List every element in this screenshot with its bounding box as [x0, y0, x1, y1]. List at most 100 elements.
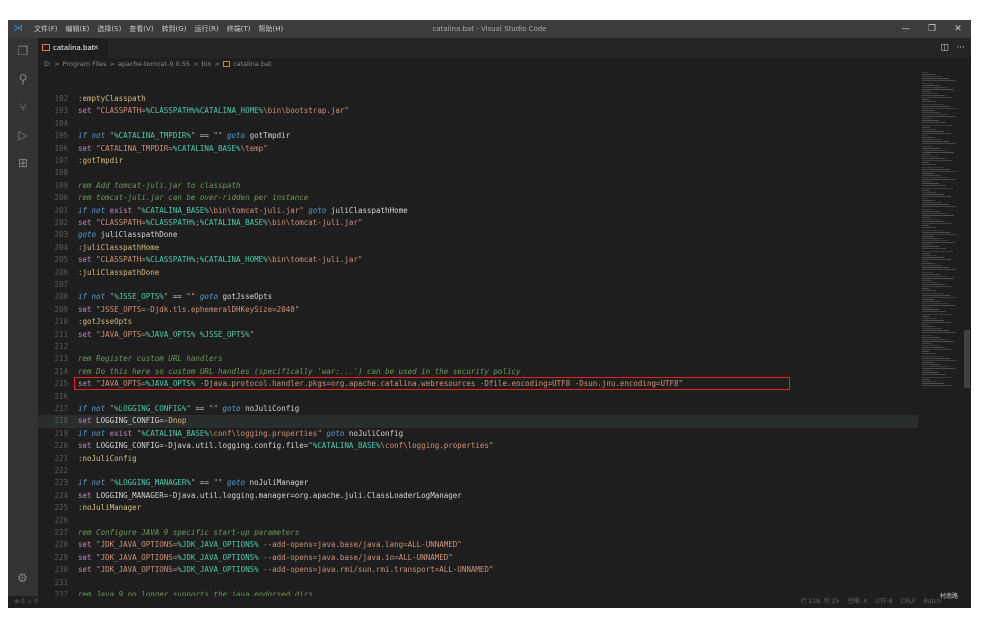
- scrollbar-thumb[interactable]: [964, 330, 970, 388]
- minimap-line: [922, 363, 941, 365]
- minimap-line: [922, 235, 934, 237]
- code-line[interactable]: 218 set LOGGING_CONFIG=-Dnop: [38, 415, 918, 428]
- code-line[interactable]: 208 if not "%JSSE_OPTS%" == "" goto gotJs…: [38, 291, 918, 303]
- code-line[interactable]: 220 set LOGGING_CONFIG=-Djava.util.loggin…: [38, 440, 918, 452]
- code-line[interactable]: 225:noJuliManager: [38, 502, 918, 514]
- minimap-line: [922, 78, 949, 80]
- minimap-line: [922, 80, 956, 82]
- code-text: set "CLASSPATH=%CLASSPATH%%CATALINA_HOME…: [78, 106, 349, 116]
- status-item[interactable]: UTF-8: [875, 596, 893, 608]
- breadcrumb-item[interactable]: catalina.bat: [233, 58, 272, 71]
- extensions-icon[interactable]: ⊞: [16, 156, 30, 170]
- code-line[interactable]: 215 set "JAVA_OPTS=%JAVA_OPTS% -Djava.pro…: [38, 377, 918, 391]
- split-editor-icon[interactable]: ◫: [940, 38, 949, 58]
- tab-close-icon[interactable]: ✕: [93, 38, 99, 58]
- minimap[interactable]: [920, 72, 960, 402]
- code-line[interactable]: 216: [38, 391, 918, 403]
- code-line[interactable]: 194: [38, 118, 918, 130]
- code-text: set "CLASSPATH=%CLASSPATH%;%CATALINA_BAS…: [78, 218, 363, 227]
- code-line[interactable]: 224 set LOGGING_MANAGER=-Djava.util.loggi…: [38, 490, 918, 502]
- breadcrumb-item[interactable]: bin: [201, 58, 211, 71]
- line-number: 224: [54, 490, 68, 500]
- menu-item[interactable]: 帮助(H): [259, 20, 284, 38]
- minimap-line: [922, 267, 949, 269]
- code-line[interactable]: 223 if not "%LOGGING_MANAGER%" == "" goto…: [38, 477, 918, 489]
- status-item[interactable]: 行 218, 列 25: [801, 596, 840, 608]
- batch-file-icon: [42, 44, 50, 51]
- menu-item[interactable]: 运行(R): [194, 20, 218, 38]
- code-line[interactable]: 231: [38, 577, 918, 589]
- code-line[interactable]: 207: [38, 279, 918, 291]
- settings-gear-icon[interactable]: ⚙: [17, 571, 28, 585]
- code-line[interactable]: 219 if not exist "%CATALINA_BASE%\conf\lo…: [38, 428, 918, 440]
- code-line[interactable]: 229 set "JDK_JAVA_OPTIONS=%JDK_JAVA_OPTIO…: [38, 552, 918, 564]
- code-line[interactable]: 204:juliClasspathHome: [38, 242, 918, 254]
- code-line[interactable]: 201 if not exist "%CATALINA_BASE%\bin\tom…: [38, 205, 918, 217]
- menu-item[interactable]: 终端(T): [227, 20, 251, 38]
- minimap-line: [922, 378, 930, 380]
- source-control-icon[interactable]: ⑂: [16, 100, 30, 114]
- code-line[interactable]: 213 rem Register custom URL handlers: [38, 353, 918, 365]
- code-line[interactable]: 193 set "CLASSPATH=%CLASSPATH%%CATALINA_H…: [38, 105, 918, 117]
- minimap-line: [922, 139, 942, 141]
- tab-catalina-bat[interactable]: catalina.bat ✕: [38, 38, 108, 58]
- code-line[interactable]: 222: [38, 465, 918, 477]
- code-line[interactable]: 221:noJuliConfig: [38, 453, 918, 465]
- code-line[interactable]: 205 set "CLASSPATH=%CLASSPATH%;%CATALINA_…: [38, 254, 918, 266]
- code-line[interactable]: 197:gotTmpdir: [38, 155, 918, 167]
- code-text: if not "%CATALINA_TMPDIR%" == "" goto go…: [78, 131, 291, 141]
- code-line[interactable]: 227 rem Configure JAVA 9 specific start-u…: [38, 527, 918, 539]
- minimap-line: [922, 126, 930, 128]
- minimap-line: [922, 248, 946, 250]
- code-line[interactable]: 203 goto juliClasspathDone: [38, 229, 918, 241]
- code-line[interactable]: 212: [38, 341, 918, 353]
- code-line[interactable]: 206:juliClasspathDone: [38, 267, 918, 279]
- code-text: set "JDK_JAVA_OPTIONS=%JDK_JAVA_OPTIONS%…: [78, 540, 462, 550]
- menu-item[interactable]: 文件(F): [34, 20, 58, 38]
- run-debug-icon[interactable]: ▷: [16, 128, 30, 142]
- code-line[interactable]: 202 set "CLASSPATH=%CLASSPATH%;%CATALINA_…: [38, 217, 918, 229]
- code-line[interactable]: 210:gotJsseOpts: [38, 316, 918, 328]
- code-line[interactable]: 196 set "CATALINA_TMPDIR=%CATALINA_BASE%\…: [38, 143, 918, 155]
- code-line[interactable]: 230 set "JDK_JAVA_OPTIONS=%JDK_JAVA_OPTIO…: [38, 564, 918, 576]
- status-item[interactable]: CRLF: [901, 596, 916, 608]
- line-number: 195: [54, 131, 68, 141]
- code-line[interactable]: 199 rem Add tomcat-juli.jar to classpath: [38, 180, 918, 192]
- code-line[interactable]: 217 if not "%LOGGING_CONFIG%" == "" goto …: [38, 403, 918, 415]
- explorer-icon[interactable]: ❐: [16, 44, 30, 58]
- minimap-line: [922, 147, 940, 149]
- menu-item[interactable]: 转到(G): [162, 20, 187, 38]
- code-line[interactable]: 209 set "JSSE_OPTS=-Djdk.tls.ephemeralDHK…: [38, 304, 918, 316]
- menu-item[interactable]: 选择(S): [97, 20, 121, 38]
- code-line[interactable]: 192:emptyClasspath: [38, 93, 918, 105]
- code-line[interactable]: 198: [38, 167, 918, 179]
- code-editor[interactable]: 192:emptyClasspath 193 set "CLASSPATH=%CLA…: [38, 72, 918, 608]
- minimap-line: [922, 294, 950, 296]
- code-line[interactable]: 226: [38, 515, 918, 527]
- breadcrumb-item[interactable]: Program Files: [63, 58, 107, 71]
- menu-item[interactable]: 编辑(E): [66, 20, 90, 38]
- code-line[interactable]: 200 rem tomcat-juli.jar can be over-ridde…: [38, 192, 918, 204]
- status-item[interactable]: 空格: 4: [847, 596, 867, 608]
- minimap-line: [922, 334, 933, 336]
- status-item[interactable]: Batch: [924, 596, 941, 608]
- breadcrumb-item[interactable]: apache-tomcat-9.0.55: [118, 58, 190, 71]
- minimap-line: [922, 271, 933, 273]
- vertical-scrollbar[interactable]: [961, 72, 971, 596]
- minimap-line: [922, 351, 929, 353]
- breadcrumb-item[interactable]: D:: [44, 58, 51, 71]
- minimize-button[interactable]: —: [893, 20, 919, 38]
- code-line[interactable]: 228 set "JDK_JAVA_OPTIONS=%JDK_JAVA_OPTIO…: [38, 539, 918, 551]
- code-text: :noJuliManager: [78, 503, 142, 513]
- code-line[interactable]: 195 if not "%CATALINA_TMPDIR%" == "" goto…: [38, 130, 918, 142]
- restore-button[interactable]: ❐: [919, 20, 945, 38]
- minimap-line: [922, 223, 952, 225]
- problems-indicator[interactable]: ⊗ 0 ⚠ 0: [14, 596, 38, 608]
- minimap-line: [922, 273, 940, 275]
- close-button[interactable]: ✕: [945, 20, 971, 38]
- more-actions-icon[interactable]: ···: [956, 38, 965, 58]
- search-icon[interactable]: ⚲: [16, 72, 30, 86]
- code-text: :gotTmpdir: [78, 156, 124, 165]
- menu-item[interactable]: 查看(V): [129, 20, 153, 38]
- code-line[interactable]: 211 set "JAVA_OPTS=%JAVA_OPTS% %JSSE_OPTS…: [38, 329, 918, 341]
